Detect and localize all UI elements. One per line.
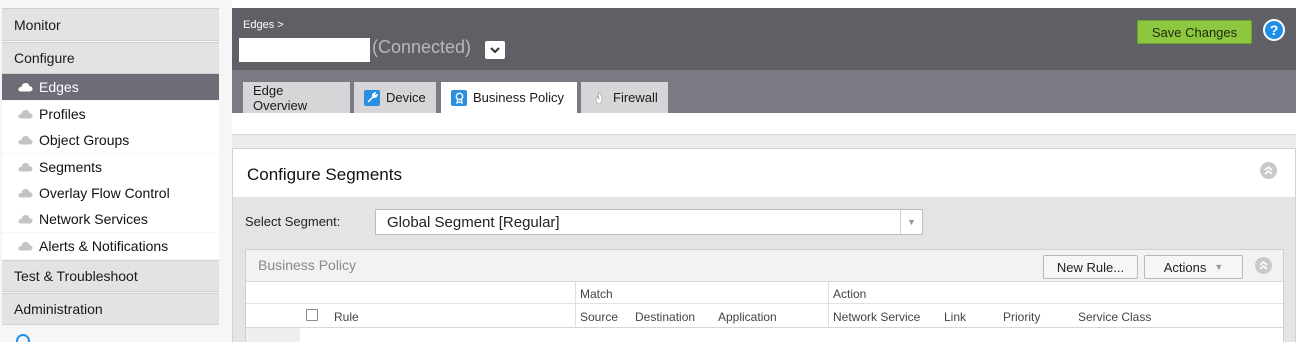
- action-group-header: Action: [833, 287, 867, 301]
- tab-bar: Edge Overview Device Business Policy Fir…: [232, 70, 1296, 113]
- save-changes-button[interactable]: Save Changes: [1137, 20, 1252, 44]
- collapse-icon[interactable]: [1255, 257, 1272, 274]
- column-header-row: Rule Source Destination Application Netw…: [246, 304, 1283, 328]
- column-link[interactable]: Link: [944, 310, 966, 324]
- segment-select[interactable]: Global Segment [Regular] ▼: [375, 209, 923, 235]
- edge-header: Edges > (Connected) Save Changes ?: [232, 8, 1296, 70]
- help-icon[interactable]: ?: [1263, 19, 1285, 41]
- flame-icon: [591, 90, 607, 106]
- select-segment-label: Select Segment:: [245, 214, 341, 229]
- sidebar-item-edges[interactable]: Edges: [2, 74, 219, 100]
- divider: [828, 282, 829, 328]
- cloud-icon: [18, 82, 33, 92]
- wrench-icon: [364, 89, 380, 106]
- chevron-down-icon: ▼: [1214, 262, 1224, 272]
- cloud-icon: [18, 241, 33, 251]
- tab-label: Edge Overview: [253, 82, 308, 113]
- edge-dropdown-button[interactable]: [485, 41, 505, 59]
- column-rule[interactable]: Rule: [334, 310, 359, 324]
- tab-device[interactable]: Device: [354, 82, 436, 113]
- tab-firewall[interactable]: Firewall: [581, 82, 668, 113]
- column-application[interactable]: Application: [718, 310, 777, 324]
- edge-name-field: [239, 38, 370, 62]
- sidebar-item-label: Alerts & Notifications: [39, 238, 169, 254]
- tab-content-strip: [232, 113, 1296, 135]
- cloud-icon: [18, 162, 33, 172]
- sidebar-item-label: Network Services: [39, 211, 148, 227]
- sidebar: Monitor Configure Edges Profiles Object …: [0, 0, 232, 342]
- column-network-service[interactable]: Network Service: [833, 310, 920, 324]
- sidebar-item-overlay-flow-control[interactable]: Overlay Flow Control: [2, 180, 219, 206]
- sidebar-section-test-troubleshoot[interactable]: Test & Troubleshoot: [2, 260, 219, 292]
- sidebar-item-segments[interactable]: Segments: [2, 154, 219, 180]
- chevron-down-icon: [490, 47, 500, 53]
- sidebar-item-object-groups[interactable]: Object Groups: [2, 127, 219, 153]
- tab-business-policy[interactable]: Business Policy: [441, 82, 577, 113]
- column-destination[interactable]: Destination: [635, 310, 695, 324]
- cloud-icon: [18, 214, 33, 224]
- sidebar-item-alerts-notifications[interactable]: Alerts & Notifications: [2, 233, 219, 259]
- match-group-header: Match: [580, 287, 613, 301]
- panel-title: Configure Segments: [247, 165, 402, 184]
- column-service-class[interactable]: Service Class: [1078, 310, 1151, 324]
- sidebar-section-configure[interactable]: Configure: [2, 42, 219, 74]
- divider: [232, 135, 1296, 148]
- sidebar-section-administration[interactable]: Administration: [2, 293, 219, 325]
- sidebar-item-profiles[interactable]: Profiles: [2, 101, 219, 127]
- segment-select-value: Global Segment [Regular]: [387, 214, 560, 231]
- badge-icon: [451, 89, 467, 106]
- cloud-icon: [18, 135, 33, 145]
- business-policy-title: Business Policy: [258, 257, 357, 273]
- cloud-icon: [18, 188, 33, 198]
- tab-label: Device: [386, 90, 426, 105]
- dropdown-arrow-icon[interactable]: ▼: [900, 210, 922, 234]
- tab-edge-overview[interactable]: Edge Overview: [243, 82, 350, 113]
- divider: [575, 282, 576, 328]
- business-policy-header: Business Policy New Rule... Actions ▼: [246, 250, 1283, 282]
- segment-area: Select Segment: Global Segment [Regular]…: [233, 197, 1295, 342]
- sidebar-item-label: Overlay Flow Control: [39, 185, 170, 201]
- breadcrumb[interactable]: Edges >: [243, 19, 284, 31]
- tab-label: Business Policy: [473, 90, 565, 105]
- edge-status: (Connected): [372, 37, 472, 57]
- sidebar-item-label: Segments: [39, 159, 103, 175]
- tab-label: Firewall: [613, 90, 658, 105]
- column-source[interactable]: Source: [580, 310, 618, 324]
- actions-button[interactable]: Actions ▼: [1144, 255, 1243, 279]
- select-all-checkbox[interactable]: [306, 309, 318, 321]
- sidebar-section-monitor[interactable]: Monitor: [2, 8, 219, 41]
- column-priority[interactable]: Priority: [1003, 310, 1040, 324]
- sidebar-item-label: Profiles: [39, 106, 86, 122]
- cloud-icon: [18, 109, 33, 119]
- sidebar-item-network-services[interactable]: Network Services: [2, 206, 219, 232]
- user-icon[interactable]: [16, 334, 30, 342]
- sidebar-item-label: Object Groups: [39, 132, 130, 148]
- collapse-icon[interactable]: [1260, 162, 1277, 179]
- sidebar-item-label: Edges: [39, 79, 79, 95]
- configure-segments-panel: Configure Segments Select Segment: Globa…: [232, 148, 1296, 342]
- business-policy-table: Business Policy New Rule... Actions ▼ Ma…: [245, 249, 1284, 342]
- actions-label: Actions: [1163, 259, 1207, 275]
- group-header-row: Match Action: [246, 282, 1283, 304]
- new-rule-button[interactable]: New Rule...: [1043, 255, 1138, 279]
- table-row: [246, 328, 300, 342]
